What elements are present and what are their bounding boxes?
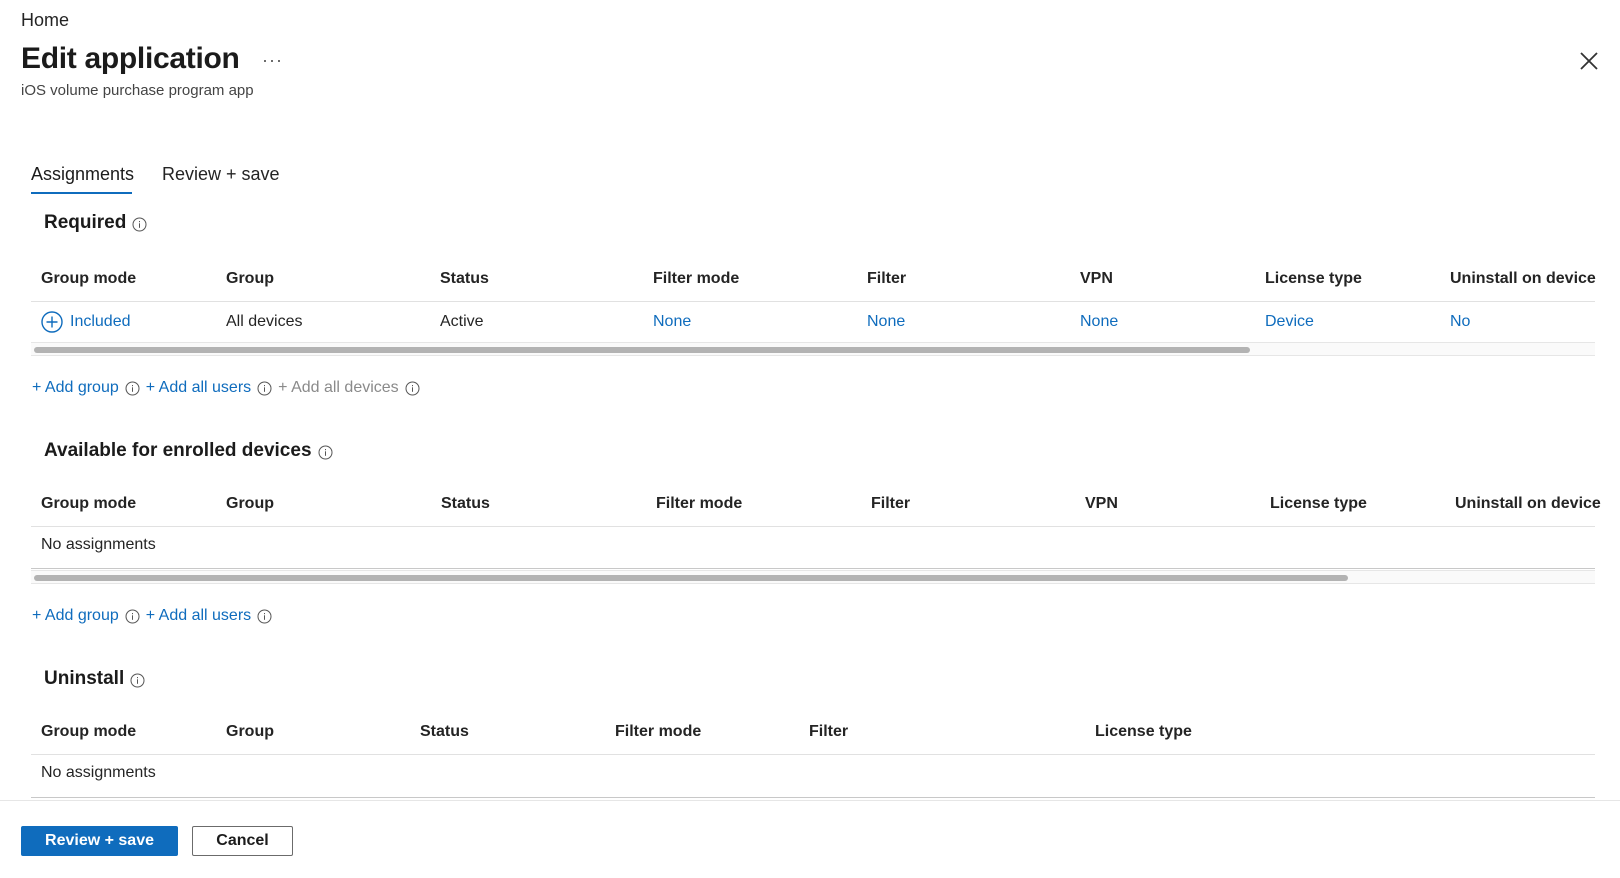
info-icon[interactable] [405, 381, 420, 396]
horizontal-scrollbar[interactable] [31, 570, 1595, 584]
empty-assignments: No assignments [41, 764, 156, 781]
footer-divider [0, 800, 1620, 801]
page-subtitle: iOS volume purchase program app [21, 82, 254, 99]
col-group-mode[interactable]: Group mode [41, 723, 136, 741]
col-status[interactable]: Status [420, 723, 469, 741]
cell-vpn[interactable]: None [1080, 313, 1118, 331]
add-all-users-link[interactable]: + Add all users [146, 379, 251, 397]
cell-group: All devices [226, 313, 303, 330]
info-icon[interactable] [257, 609, 272, 624]
included-plus-icon [41, 311, 63, 333]
info-icon[interactable] [130, 672, 145, 687]
col-filter-mode[interactable]: Filter mode [656, 495, 742, 513]
available-section-title: Available for enrolled devices [44, 440, 333, 462]
add-all-devices-link: + Add all devices [278, 379, 399, 396]
add-group-link[interactable]: + Add group [32, 607, 119, 625]
add-all-users-link[interactable]: + Add all users [146, 607, 251, 625]
col-vpn[interactable]: VPN [1085, 495, 1118, 513]
required-title-text: Required [44, 212, 127, 233]
table-header-divider [31, 526, 1595, 527]
col-filter[interactable]: Filter [871, 495, 910, 513]
available-actions: + Add group + Add all users [32, 607, 272, 625]
cancel-button[interactable]: Cancel [192, 826, 293, 856]
horizontal-scrollbar[interactable] [31, 342, 1595, 356]
close-icon[interactable] [1578, 50, 1600, 72]
info-icon[interactable] [125, 381, 140, 396]
col-uninstall-on-device[interactable]: Uninstall on device [1450, 270, 1596, 288]
col-license-type[interactable]: License type [1095, 723, 1192, 741]
col-group[interactable]: Group [226, 723, 274, 741]
tab-assignments[interactable]: Assignments [31, 164, 134, 185]
add-group-link[interactable]: + Add group [32, 379, 119, 397]
table-bottom-divider [31, 797, 1595, 798]
active-tab-indicator [31, 192, 132, 194]
required-section-title: Required [44, 212, 147, 234]
col-filter[interactable]: Filter [867, 270, 906, 288]
col-filter-mode[interactable]: Filter mode [653, 270, 739, 288]
info-icon[interactable] [257, 381, 272, 396]
col-filter-mode[interactable]: Filter mode [615, 723, 701, 741]
cell-group-mode[interactable]: Included [70, 313, 131, 331]
required-actions: + Add group + Add all users + Add all de… [32, 379, 420, 397]
scrollbar-thumb[interactable] [34, 347, 1250, 353]
col-group-mode[interactable]: Group mode [41, 270, 136, 288]
col-uninstall-on-device[interactable]: Uninstall on device [1455, 495, 1601, 513]
col-group[interactable]: Group [226, 495, 274, 513]
cell-status: Active [440, 313, 484, 330]
table-bottom-divider [31, 568, 1595, 569]
col-group-mode[interactable]: Group mode [41, 495, 136, 513]
col-filter[interactable]: Filter [809, 723, 848, 741]
col-vpn[interactable]: VPN [1080, 270, 1113, 288]
cell-license-type[interactable]: Device [1265, 313, 1314, 331]
table-header-divider [31, 301, 1595, 302]
uninstall-title-text: Uninstall [44, 668, 125, 689]
info-icon[interactable] [132, 216, 147, 231]
col-license-type[interactable]: License type [1270, 495, 1367, 513]
available-title-text: Available for enrolled devices [44, 440, 312, 461]
cell-uninstall[interactable]: No [1450, 313, 1470, 331]
tab-review-save[interactable]: Review + save [162, 164, 280, 185]
col-group[interactable]: Group [226, 270, 274, 288]
cell-filter[interactable]: None [867, 313, 905, 331]
col-status[interactable]: Status [441, 495, 490, 513]
more-options-icon[interactable]: ··· [262, 50, 283, 71]
col-license-type[interactable]: License type [1265, 270, 1362, 288]
table-header-divider [31, 754, 1595, 755]
review-save-button[interactable]: Review + save [21, 826, 178, 856]
cell-filter-mode[interactable]: None [653, 313, 691, 331]
uninstall-section-title: Uninstall [44, 668, 145, 690]
empty-assignments: No assignments [41, 536, 156, 553]
breadcrumb[interactable]: Home [21, 10, 69, 31]
page-title: Edit application [21, 42, 240, 75]
info-icon[interactable] [125, 609, 140, 624]
info-icon[interactable] [318, 444, 333, 459]
scrollbar-thumb[interactable] [34, 575, 1348, 581]
col-status[interactable]: Status [440, 270, 489, 288]
